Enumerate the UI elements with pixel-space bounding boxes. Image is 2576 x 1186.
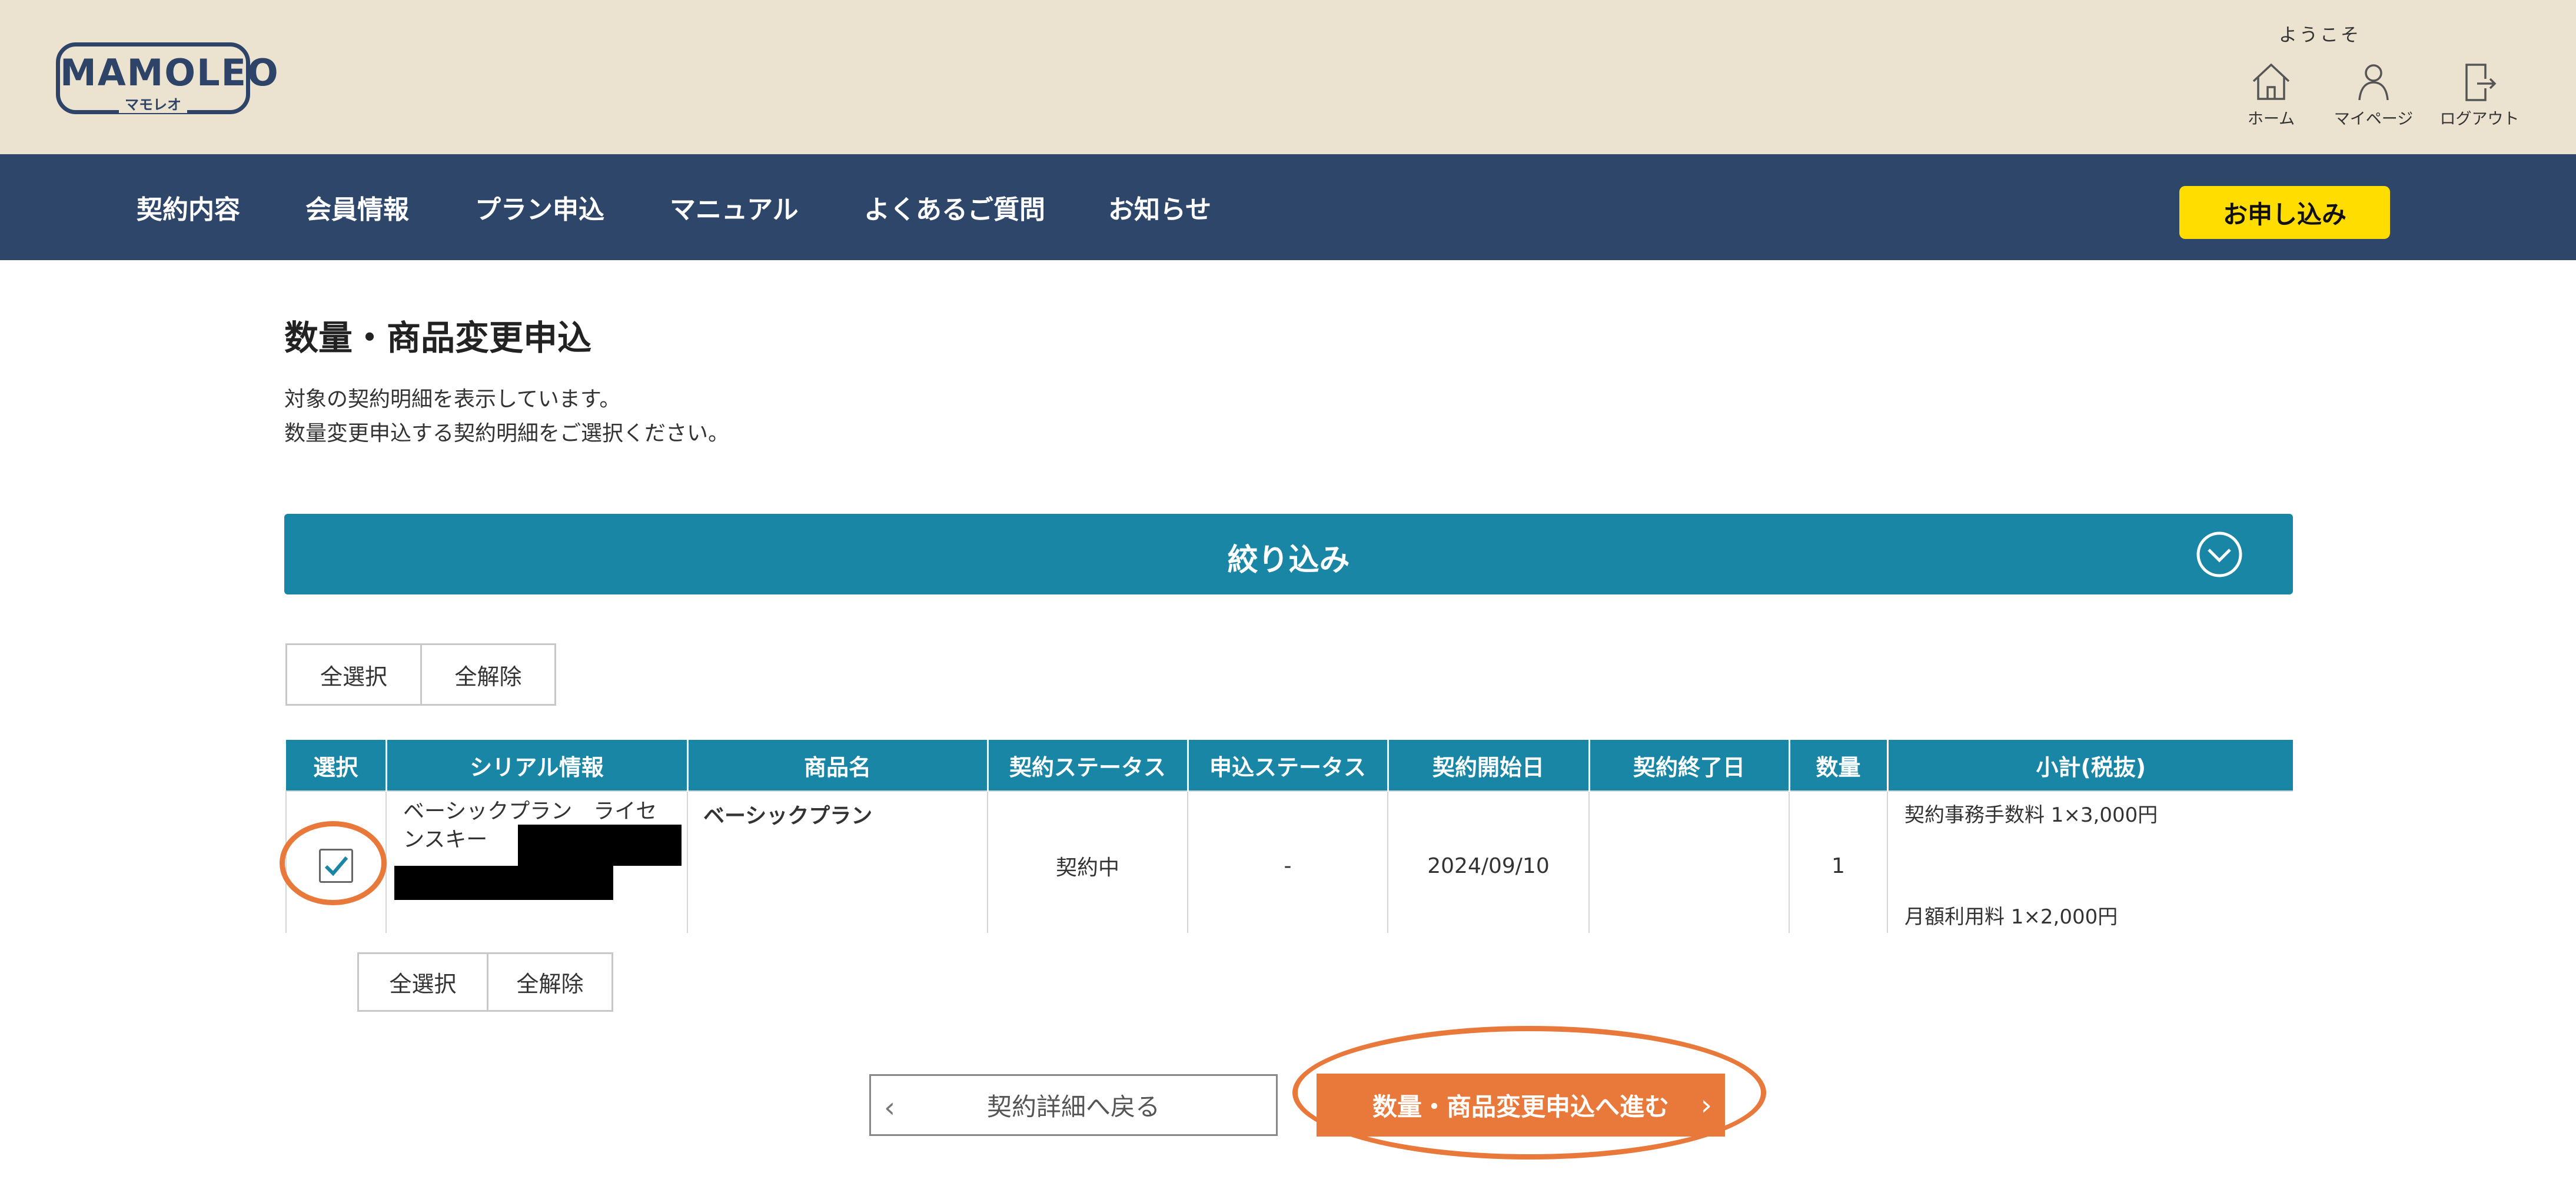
logout-label: ログアウト [2439, 110, 2520, 128]
col-header-start-date: 契約開始日 [1388, 740, 1590, 791]
table-header-row: 選択 シリアル情報 商品名 契約ステータス 申込ステータス 契約開始日 契約終了… [286, 740, 2293, 791]
chevron-left-icon: ‹ [884, 1091, 896, 1124]
logout-icon [2465, 64, 2497, 101]
person-icon [2358, 64, 2389, 101]
select-all-button[interactable]: 全選択 [287, 645, 420, 704]
nav-item-faq[interactable]: よくあるご質問 [864, 188, 1045, 226]
page-description: 対象の契約明細を表示しています。 数量変更申込する契約明細をご選択ください。 [284, 383, 729, 451]
back-to-contract-details-button[interactable]: ‹ 契約詳細へ戻る [869, 1074, 1278, 1136]
back-button-label: 契約詳細へ戻る [986, 1092, 1160, 1121]
mamoleo-logo[interactable]: MAMOLEO マモレオ [56, 42, 280, 114]
main-nav: 契約内容 会員情報 プラン申込 マニュアル よくあるご質問 お知らせ お申し込み [0, 154, 2576, 260]
nav-item-member-info[interactable]: 会員情報 [305, 188, 409, 226]
description-line-1: 対象の契約明細を表示しています。 [284, 387, 621, 411]
deselect-all-button[interactable]: 全解除 [420, 645, 554, 704]
select-button-group-bottom: 全選択 全解除 [357, 952, 613, 1012]
col-header-apply-status: 申込ステータス [1188, 740, 1389, 791]
col-header-quantity: 数量 [1789, 740, 1889, 791]
highlight-ring-checkbox [280, 821, 387, 905]
top-header: MAMOLEO マモレオ ようこそ ホーム マイページ ログアウト [0, 0, 2576, 154]
product-cell: ベーシックプラン [687, 790, 988, 933]
nav-item-plan-apply[interactable]: プラン申込 [475, 188, 604, 226]
logo-subtext: マモレオ [119, 97, 187, 113]
col-header-select: 選択 [286, 740, 387, 791]
apply-button[interactable]: お申し込み [2179, 186, 2390, 239]
redacted-block [394, 866, 613, 900]
mypage-label: マイページ [2334, 110, 2414, 128]
col-header-end-date: 契約終了日 [1589, 740, 1790, 791]
home-label: ホーム [2247, 110, 2295, 128]
redacted-block [518, 825, 682, 866]
product-name: ベーシックプラン [703, 804, 873, 828]
page-title: 数量・商品変更申込 [284, 318, 592, 358]
home-icon [2252, 63, 2290, 100]
quantity-cell: 1 [1789, 790, 1888, 933]
subtotal-cell: 契約事務手数料 1×3,000円 月額利用料 1×2,000円 [1887, 790, 2293, 933]
mypage-link[interactable]: マイページ [2326, 61, 2421, 129]
apply-status-cell: - [1187, 790, 1388, 933]
home-link[interactable]: ホーム [2224, 61, 2318, 129]
contract-status-cell: 契約中 [987, 790, 1188, 933]
highlight-ring-proceed [1292, 1026, 1766, 1160]
logout-link[interactable]: ログアウト [2432, 61, 2527, 129]
start-date-cell: 2024/09/10 [1387, 790, 1590, 933]
nav-item-news[interactable]: お知らせ [1108, 188, 1211, 226]
col-header-product: 商品名 [687, 740, 989, 791]
filter-toggle[interactable]: 絞り込み [284, 514, 2293, 594]
nav-item-manual[interactable]: マニュアル [670, 188, 799, 226]
subtotal-line-1: 契約事務手数料 1×3,000円 [1904, 803, 2158, 827]
logo-text: MAMOLEO [60, 51, 280, 94]
nav-item-contract[interactable]: 契約内容 [137, 188, 240, 226]
col-header-serial: シリアル情報 [386, 740, 689, 791]
subtotal-line-2: 月額利用料 1×2,000円 [1904, 905, 2118, 929]
end-date-cell [1588, 790, 1790, 933]
welcome-text: ようこそ [2279, 25, 2361, 46]
select-all-button-bottom[interactable]: 全選択 [359, 954, 487, 1010]
description-line-2: 数量変更申込する契約明細をご選択ください。 [284, 421, 730, 446]
filter-title: 絞り込み [1227, 543, 1350, 578]
col-header-contract-status: 契約ステータス [988, 740, 1189, 791]
col-header-subtotal: 小計(税抜) [1887, 740, 2293, 791]
select-button-group-top: 全選択 全解除 [285, 643, 556, 706]
chevron-down-icon [2196, 531, 2242, 577]
deselect-all-button-bottom[interactable]: 全解除 [487, 954, 611, 1010]
